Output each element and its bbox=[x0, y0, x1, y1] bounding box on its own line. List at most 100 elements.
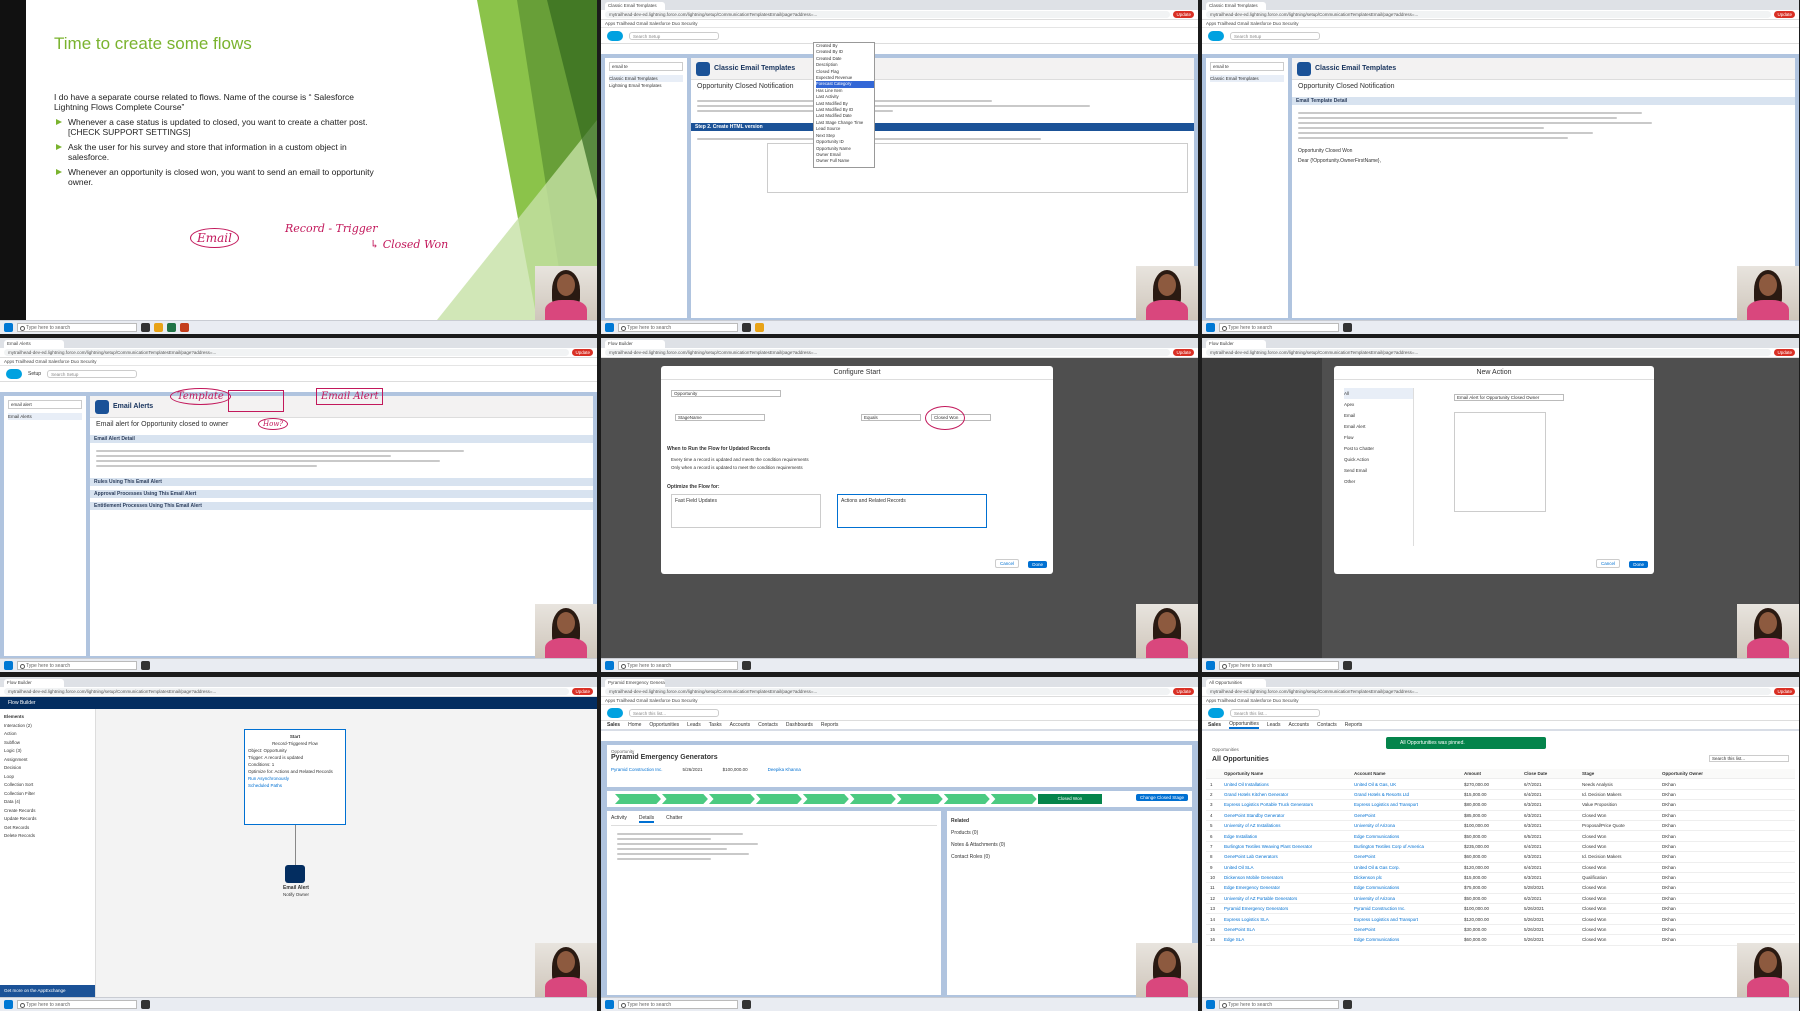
table-cell[interactable]: GenePoint SLA bbox=[1224, 927, 1354, 932]
table-row[interactable]: 7 Burlington Textiles Weaving Plant Gener… bbox=[1206, 842, 1795, 853]
browser-tab[interactable]: Pyramid Emergency Generators bbox=[605, 679, 665, 687]
table-cell[interactable]: Edge Communications bbox=[1354, 885, 1464, 890]
tab-activity[interactable]: Activity bbox=[611, 815, 627, 823]
salesforce-logo-icon[interactable] bbox=[1208, 707, 1224, 718]
update-button[interactable]: Update bbox=[1774, 349, 1795, 356]
taskbar-search[interactable]: Type here to search bbox=[1219, 323, 1339, 332]
table-row[interactable]: 2 Grand Hotels Kitchen Generator Grand Hot… bbox=[1206, 790, 1795, 801]
chrome-icon[interactable] bbox=[141, 323, 150, 332]
table-cell[interactable]: University of AZ Portable Generators bbox=[1224, 896, 1354, 901]
update-button[interactable]: Update bbox=[1173, 11, 1194, 18]
nav-item[interactable]: Opportunities bbox=[649, 722, 679, 728]
table-row[interactable]: 9 United Oil SLA United Oil & Gas Corp. $12… bbox=[1206, 863, 1795, 873]
nav-item[interactable]: Home bbox=[628, 722, 641, 728]
category-item[interactable]: All bbox=[1344, 388, 1413, 399]
toolbox-item[interactable]: Assignment bbox=[4, 756, 91, 765]
setup-search[interactable]: Search Setup bbox=[629, 31, 719, 40]
table-row[interactable]: 1 United Oil Installations United Oil & Ga… bbox=[1206, 779, 1795, 790]
chrome-icon[interactable] bbox=[1343, 1000, 1352, 1009]
nav-item[interactable]: Contacts bbox=[758, 722, 778, 728]
table-cell[interactable]: GenePoint bbox=[1354, 813, 1464, 818]
owner-link[interactable]: Deepika Khanna bbox=[768, 767, 801, 772]
related-products[interactable]: Products (0) bbox=[951, 827, 1188, 839]
windows-start-icon[interactable] bbox=[4, 1000, 13, 1009]
table-cell[interactable]: Burlington Textiles Weaving Plant Genera… bbox=[1224, 844, 1354, 849]
url-field[interactable]: mytrailhead-dev-ed.lightning.force.com/l… bbox=[4, 349, 570, 356]
nav-item[interactable]: Accounts bbox=[730, 722, 751, 728]
windows-start-icon[interactable] bbox=[1206, 661, 1215, 670]
table-row[interactable]: 4 GenePoint Standby Generator GenePoint $85… bbox=[1206, 811, 1795, 821]
table-cell[interactable]: Edge Communications bbox=[1354, 937, 1464, 942]
table-cell[interactable]: Grand Hotels Kitchen Generator bbox=[1224, 792, 1354, 797]
setup-search[interactable]: Search Setup bbox=[1230, 31, 1320, 40]
nav-item[interactable]: Tasks bbox=[709, 722, 722, 728]
table-cell[interactable]: Dickenson Mobile Generators bbox=[1224, 875, 1354, 880]
chrome-icon[interactable] bbox=[141, 661, 150, 670]
excel-icon[interactable] bbox=[167, 323, 176, 332]
windows-start-icon[interactable] bbox=[605, 1000, 614, 1009]
url-field[interactable]: mytrailhead-dev-ed.lightning.force.com/l… bbox=[605, 11, 1171, 18]
toolbox-item[interactable]: Collection Filter bbox=[4, 790, 91, 799]
table-cell[interactable]: Edge Communications bbox=[1354, 834, 1464, 839]
run-option-2[interactable]: Only when a record is updated to meet th… bbox=[671, 465, 803, 470]
cancel-button[interactable]: Cancel bbox=[994, 559, 1019, 568]
nav-item[interactable]: Opportunities bbox=[1229, 721, 1259, 729]
windows-start-icon[interactable] bbox=[605, 323, 614, 332]
global-search[interactable]: Search this list... bbox=[629, 708, 719, 717]
table-row[interactable]: 8 GenePoint Lab Generators GenePoint $60,00… bbox=[1206, 852, 1795, 863]
table-cell[interactable]: United Oil Installations bbox=[1224, 782, 1354, 787]
powerpoint-icon[interactable] bbox=[180, 323, 189, 332]
table-cell[interactable]: United Oil SLA bbox=[1224, 865, 1354, 870]
windows-start-icon[interactable] bbox=[4, 661, 13, 670]
list-search[interactable]: Search this list... bbox=[1709, 755, 1789, 762]
related-contact-roles[interactable]: Contact Roles (0) bbox=[951, 851, 1188, 863]
table-row[interactable]: 10 Dickenson Mobile Generators Dickenson p… bbox=[1206, 873, 1795, 884]
table-cell[interactable]: Pyramid Emergency Generators bbox=[1224, 906, 1354, 911]
table-cell[interactable]: GenePoint Standby Generator bbox=[1224, 813, 1354, 818]
taskbar-search[interactable]: Type here to search bbox=[1219, 1000, 1339, 1009]
browser-tab[interactable]: Flow Builder bbox=[1206, 340, 1266, 348]
table-cell[interactable]: United Oil & Gas Corp. bbox=[1354, 865, 1464, 870]
url-field[interactable]: mytrailhead-dev-ed.lightning.force.com/l… bbox=[1206, 11, 1772, 18]
table-cell[interactable]: Express Logistics SLA bbox=[1224, 917, 1354, 922]
toolbox-item[interactable]: Decision bbox=[4, 764, 91, 773]
category-item[interactable]: Post to Chatter bbox=[1344, 443, 1413, 454]
tab-details[interactable]: Details bbox=[638, 815, 655, 823]
nav-item[interactable]: Leads bbox=[1267, 722, 1281, 728]
toolbox-item[interactable]: Create Records bbox=[4, 807, 91, 816]
windows-start-icon[interactable] bbox=[1206, 323, 1215, 332]
browser-tab[interactable]: Flow Builder bbox=[4, 679, 64, 687]
folder-icon[interactable] bbox=[755, 323, 764, 332]
done-button[interactable]: Done bbox=[1629, 561, 1648, 568]
table-cell[interactable]: Burlington Textiles Corp of America bbox=[1354, 844, 1464, 849]
chrome-icon[interactable] bbox=[742, 661, 751, 670]
toolbox-item[interactable]: Subflow bbox=[4, 739, 91, 748]
update-button[interactable]: Update bbox=[1173, 349, 1194, 356]
table-cell[interactable]: University of Arizona bbox=[1354, 823, 1464, 828]
cancel-button[interactable]: Cancel bbox=[1595, 559, 1620, 568]
done-button[interactable]: Done bbox=[1028, 561, 1047, 568]
table-cell[interactable]: University of Arizona bbox=[1354, 896, 1464, 901]
sidebar-item-classic-templates[interactable]: Classic Email Templates bbox=[609, 75, 683, 82]
object-select[interactable]: Opportunity bbox=[671, 390, 781, 397]
column-header[interactable]: Close Date bbox=[1524, 771, 1582, 776]
url-field[interactable]: mytrailhead-dev-ed.lightning.force.com/l… bbox=[605, 688, 1171, 695]
column-header[interactable]: Opportunity Name bbox=[1224, 771, 1354, 776]
global-search[interactable]: Search this list... bbox=[1230, 708, 1320, 717]
browser-tab[interactable]: Classic Email Templates bbox=[1206, 2, 1266, 10]
table-cell[interactable]: GenePoint bbox=[1354, 927, 1464, 932]
category-item[interactable]: Email Alert bbox=[1344, 421, 1413, 432]
url-field[interactable]: mytrailhead-dev-ed.lightning.force.com/l… bbox=[4, 688, 570, 695]
taskbar-search[interactable]: Type here to search bbox=[618, 323, 738, 332]
column-header[interactable]: Account Name bbox=[1354, 771, 1464, 776]
category-item[interactable]: Apex bbox=[1344, 399, 1413, 410]
column-header[interactable]: Stage bbox=[1582, 771, 1662, 776]
setup-label[interactable]: Setup bbox=[28, 371, 41, 377]
table-cell[interactable]: University of AZ Installations bbox=[1224, 823, 1354, 828]
update-button[interactable]: Update bbox=[1774, 688, 1795, 695]
list-name[interactable]: All Opportunities bbox=[1206, 756, 1795, 763]
merge-field-dropdown[interactable]: Created By Created By ID Created Date Descr… bbox=[813, 42, 875, 168]
toolbox-item[interactable]: Get Records bbox=[4, 824, 91, 833]
related-notes[interactable]: Notes & Attachments (0) bbox=[951, 839, 1188, 851]
update-button[interactable]: Update bbox=[1774, 11, 1795, 18]
